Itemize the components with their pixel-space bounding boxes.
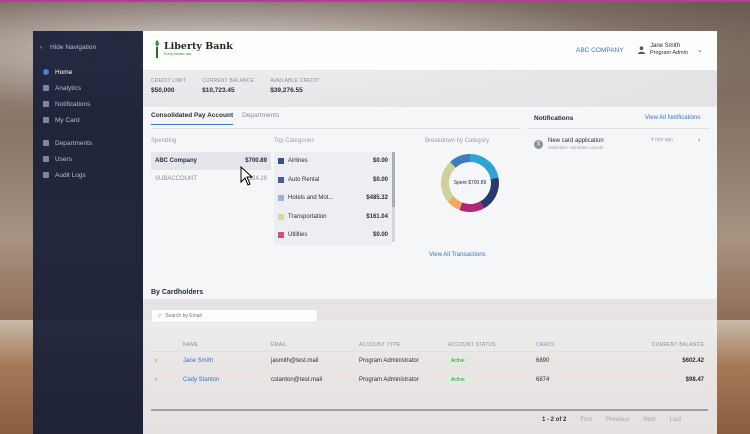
sidebar-item-users[interactable]: Users: [33, 151, 143, 167]
tabs-divider: [151, 128, 521, 129]
category-row[interactable]: Transportation $161.04: [274, 208, 392, 227]
users-icon: [43, 156, 49, 162]
chevron-left-icon: ‹: [40, 44, 43, 51]
overview-card: Consolidated Pay Account Departments Spe…: [143, 107, 717, 299]
departments-icon: [43, 140, 49, 146]
sidebar-item-label: Departments: [55, 139, 93, 147]
cardholder-name-link[interactable]: Cady Stanton: [183, 377, 271, 383]
search-input[interactable]: [165, 313, 306, 319]
chevron-right-icon: ›: [698, 137, 701, 144]
notification-item[interactable]: $ New card application Submitter: Abraha…: [534, 133, 704, 155]
liberty-torch-icon: [155, 40, 159, 58]
category-swatch: [278, 232, 284, 239]
logo-text: Liberty Bank: [164, 41, 233, 52]
breakdown-heading: Breakdown by Category: [425, 138, 490, 144]
category-row[interactable]: Auto Rental $0.00: [274, 171, 392, 190]
sidebar-item-notifications[interactable]: Notifications: [33, 96, 143, 112]
cardholder-name-link[interactable]: Jane Smith: [183, 358, 271, 364]
view-all-notifications-link[interactable]: View All Notifications: [645, 115, 700, 121]
user-name: Jane Smith: [650, 43, 681, 49]
main-panel: Liberty Bank Every banker has. ABC COMPA…: [143, 31, 717, 434]
status-badge: Active: [448, 357, 468, 365]
hide-navigation-button[interactable]: ‹ Hide Navigation: [33, 31, 143, 64]
account-summary: CREDIT LIMIT $50,000 CURRENT BALANCE $10…: [151, 78, 320, 94]
sidebar-item-label: Audit Logs: [55, 171, 86, 179]
pagination: 1 - 2 of 2 First Previous Next Last: [542, 417, 681, 423]
category-row[interactable]: Utilities $0.00: [274, 226, 392, 245]
last-page-button[interactable]: Last: [670, 417, 681, 423]
top-categories-list: Airlines $0.00 Auto Rental $0.00 Hotels …: [274, 152, 392, 245]
by-cardholders-title: By Cardholders: [151, 289, 204, 296]
top-categories-heading: Top Categories: [274, 138, 315, 144]
first-page-button[interactable]: First: [580, 417, 592, 423]
search-icon: ⌕: [158, 312, 162, 319]
donut-center-label: Spent $700.89: [453, 180, 487, 186]
notifications-heading: Notifications: [534, 115, 574, 122]
category-swatch: [278, 213, 284, 220]
sidebar-item-label: Analytics: [55, 84, 82, 92]
card-icon: [43, 117, 49, 123]
spending-heading: Spending: [151, 138, 177, 144]
category-row[interactable]: Airlines $0.00: [274, 152, 392, 171]
dollar-icon: $: [534, 139, 543, 149]
audit-icon: [43, 172, 49, 178]
analytics-icon: [43, 85, 49, 91]
category-swatch: [278, 176, 284, 183]
search-box[interactable]: ⌕: [151, 309, 318, 323]
category-swatch: [278, 195, 284, 202]
next-page-button[interactable]: Next: [643, 417, 655, 423]
sidebar-item-home[interactable]: Home: [33, 64, 143, 80]
user-role: Program Admin: [650, 50, 688, 56]
user-icon: [638, 45, 645, 54]
table-row[interactable]: › Jane Smith jasmith@test.mail Program A…: [151, 352, 708, 371]
mouse-cursor-icon: [240, 166, 254, 186]
view-all-transactions-link[interactable]: View All Transactions: [429, 252, 486, 258]
expand-row-icon[interactable]: ›: [151, 358, 183, 364]
category-row[interactable]: Hotels and Mot... $485.32: [274, 189, 392, 208]
bank-logo[interactable]: Liberty Bank Every banker has.: [152, 39, 233, 59]
breakdown-donut-chart: Spent $700.89: [439, 152, 501, 214]
table-bottom-scrollbar[interactable]: [151, 409, 708, 411]
sidebar: ‹ Hide Navigation Home Analytics Notific…: [33, 31, 143, 434]
account-tabs: Consolidated Pay Account Departments: [151, 112, 279, 125]
home-icon: [43, 69, 49, 75]
expand-row-icon[interactable]: ›: [151, 377, 183, 383]
chevron-down-icon: ⌄: [696, 46, 703, 54]
notifications-panel: Notifications View All Notifications $ N…: [528, 107, 717, 227]
top-bar: Liberty Bank Every banker has. ABC COMPA…: [143, 31, 717, 71]
table-row[interactable]: › Cady Stanton cstanton@test.mail Progra…: [151, 371, 708, 390]
previous-page-button[interactable]: Previous: [606, 417, 629, 423]
cardholders-table: NAME EMAIL ACCOUNT TYPE ACCOUNT STATUS C…: [151, 338, 708, 390]
logo-tagline: Every banker has.: [164, 52, 193, 56]
sidebar-item-label: Notifications: [55, 100, 91, 108]
company-selector[interactable]: ABC COMPANY: [576, 47, 624, 54]
sidebar-item-my-card[interactable]: My Card: [33, 112, 143, 128]
sidebar-item-label: Home: [55, 68, 73, 76]
bell-icon: [43, 101, 49, 107]
user-menu[interactable]: Jane Smith Program Admin ⌄: [638, 43, 703, 56]
sidebar-item-label: Users: [55, 155, 72, 163]
available-credit: AVAILABLE CREDIT $39,276.55: [270, 78, 320, 94]
current-balance: CURRENT BALANCE $10,723.45: [202, 78, 255, 94]
tab-consolidated-pay-account[interactable]: Consolidated Pay Account: [151, 112, 234, 125]
sidebar-item-label: My Card: [55, 116, 80, 124]
status-badge: Active: [448, 376, 468, 384]
sidebar-item-departments[interactable]: Departments: [33, 135, 143, 151]
categories-scroll-thumb[interactable]: [392, 152, 395, 207]
tab-departments[interactable]: Departments: [242, 112, 279, 125]
notifications-divider: [528, 128, 710, 129]
table-header: NAME EMAIL ACCOUNT TYPE ACCOUNT STATUS C…: [151, 338, 708, 352]
notification-time: 4 min ago: [651, 137, 673, 143]
sidebar-item-analytics[interactable]: Analytics: [33, 80, 143, 96]
hide-navigation-label: Hide Navigation: [50, 44, 97, 51]
sidebar-item-audit-logs[interactable]: Audit Logs: [33, 167, 143, 183]
category-swatch: [278, 158, 284, 165]
credit-limit: CREDIT LIMIT $50,000: [151, 78, 187, 94]
pagination-info: 1 - 2 of 2: [542, 417, 567, 423]
